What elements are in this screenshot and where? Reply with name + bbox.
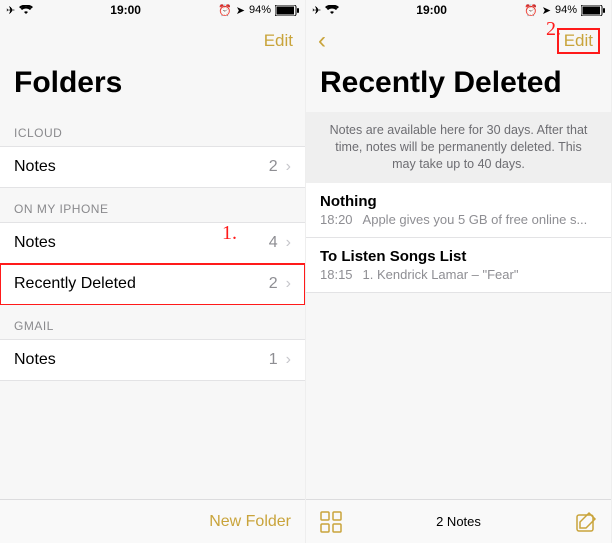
folder-count: 1 [269, 351, 278, 369]
status-bar: ✈ 19:00 ⏰ ➤ 94% [0, 0, 305, 20]
folders-screen: ✈ 19:00 ⏰ ➤ 94% Edit Folders ICLOUD Note… [0, 0, 306, 543]
note-subtitle: 18:15 1. Kendrick Lamar – "Fear" [320, 267, 597, 282]
folder-row-icloud-notes[interactable]: Notes 2 › [0, 146, 305, 188]
section-header-iphone: ON MY IPHONE [0, 188, 305, 222]
airplane-icon: ✈ [6, 4, 15, 17]
folder-count: 2 [269, 158, 278, 176]
folder-row-iphone-notes[interactable]: Notes 4 › [0, 222, 305, 264]
folder-count: 2 [269, 275, 278, 293]
battery-percent: 94% [555, 4, 577, 16]
note-title: To Listen Songs List [320, 248, 597, 265]
new-folder-button[interactable]: New Folder [209, 513, 291, 531]
location-icon: ➤ [236, 4, 245, 17]
note-title: Nothing [320, 193, 597, 210]
nav-bar: Edit [0, 20, 305, 62]
annotation-1: 1. [222, 222, 237, 245]
wifi-icon [325, 5, 339, 15]
recently-deleted-screen: ✈ 19:00 ⏰ ➤ 94% ‹ Edit Recently Deleted … [306, 0, 612, 543]
note-time: 18:15 [320, 267, 353, 282]
bottom-toolbar: 2 Notes [306, 499, 611, 543]
battery-icon [581, 5, 605, 16]
back-button[interactable]: ‹ [318, 27, 348, 55]
location-icon: ➤ [542, 4, 551, 17]
compose-icon[interactable] [575, 511, 597, 533]
info-banner: Notes are available here for 30 days. Af… [306, 112, 611, 183]
airplane-icon: ✈ [312, 4, 321, 17]
notes-count: 2 Notes [342, 514, 575, 529]
battery-icon [275, 5, 299, 16]
folder-label: Notes [14, 234, 56, 252]
status-bar: ✈ 19:00 ⏰ ➤ 94% [306, 0, 611, 20]
note-time: 18:20 [320, 212, 353, 227]
page-title: Folders [0, 62, 305, 112]
folder-row-recently-deleted[interactable]: Recently Deleted 2 › [0, 264, 305, 305]
section-header-icloud: ICLOUD [0, 112, 305, 146]
note-item[interactable]: Nothing 18:20 Apple gives you 5 GB of fre… [306, 183, 611, 238]
note-preview: 1. Kendrick Lamar – "Fear" [363, 267, 519, 282]
page-title: Recently Deleted [306, 62, 611, 112]
status-time: 19:00 [339, 3, 524, 17]
chevron-right-icon: › [286, 275, 291, 293]
status-time: 19:00 [33, 3, 218, 17]
grid-view-icon[interactable] [320, 511, 342, 533]
note-preview: Apple gives you 5 GB of free online s... [363, 212, 588, 227]
edit-button[interactable]: Edit [558, 29, 599, 53]
note-subtitle: 18:20 Apple gives you 5 GB of free online… [320, 212, 597, 227]
bottom-toolbar: New Folder [0, 499, 305, 543]
annotation-2: 2. [546, 18, 561, 41]
chevron-right-icon: › [286, 351, 291, 369]
section-header-gmail: GMAIL [0, 305, 305, 339]
alarm-icon: ⏰ [218, 4, 232, 17]
chevron-right-icon: › [286, 234, 291, 252]
wifi-icon [19, 5, 33, 15]
battery-percent: 94% [249, 4, 271, 16]
folder-count: 4 [269, 234, 278, 252]
edit-button[interactable]: Edit [264, 31, 293, 51]
folder-label: Notes [14, 351, 56, 369]
alarm-icon: ⏰ [524, 4, 538, 17]
folder-label: Notes [14, 158, 56, 176]
folder-row-gmail-notes[interactable]: Notes 1 › [0, 339, 305, 381]
folder-label: Recently Deleted [14, 275, 136, 293]
nav-bar: ‹ Edit [306, 20, 611, 62]
chevron-right-icon: › [286, 158, 291, 176]
note-item[interactable]: To Listen Songs List 18:15 1. Kendrick La… [306, 238, 611, 293]
